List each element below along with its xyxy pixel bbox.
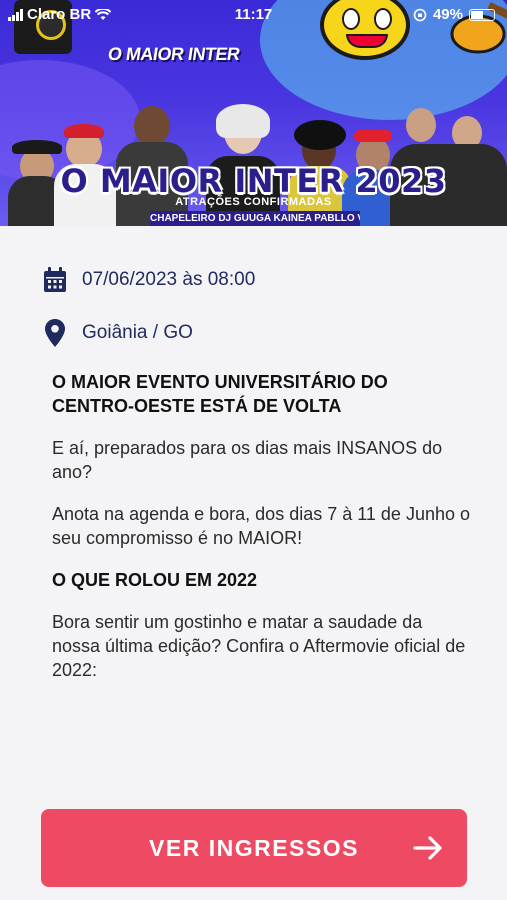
status-right: 49% <box>413 6 495 23</box>
description-paragraph: E aí, preparados para os dias mais INSAN… <box>52 438 443 482</box>
event-date-row: 07/06/2023 às 08:00 <box>42 266 255 294</box>
banner-artist-names: CHAPELEIRO DJ GUUGA KAINEA PABLLO VITTAR <box>150 211 360 226</box>
description-heading: O QUE ROLOU EM 2022 <box>52 570 258 590</box>
banner-title: O MAIOR INTER 2023 <box>60 162 447 200</box>
event-location-row: Goiânia / GO <box>42 319 193 347</box>
orientation-lock-icon <box>413 8 427 21</box>
description-paragraph: Anota na agenda e bora, dos dias 7 à 11 … <box>52 504 470 548</box>
event-location: Goiânia / GO <box>82 322 193 343</box>
buy-tickets-label: VER INGRESSOS <box>149 834 359 861</box>
event-date-time: 07/06/2023 às 08:00 <box>82 269 256 290</box>
event-logo: O MAIOR INTER <box>106 44 241 64</box>
location-pin-icon <box>42 319 68 347</box>
calendar-icon <box>42 266 68 294</box>
event-description: O MAIOR EVENTO UNIVERSITÁRIO DO CENTRO-O… <box>52 370 472 700</box>
description-heading: O MAIOR EVENTO UNIVERSITÁRIO DO CENTRO-O… <box>52 372 388 416</box>
status-bar: Claro BR 11:17 49% <box>0 0 507 30</box>
buy-tickets-button[interactable]: VER INGRESSOS <box>41 809 467 887</box>
banner-subtitle: ATRAÇÕES CONFIRMADAS <box>175 196 332 208</box>
battery-icon <box>469 8 495 21</box>
battery-percent: 49% <box>432 6 463 23</box>
arrow-right-icon <box>413 836 442 860</box>
description-paragraph: Bora sentir um gostinho e matar a saudad… <box>52 612 466 680</box>
event-banner: O MAIOR INTER O MAIOR INTER 2023 ATRAÇÕE… <box>0 0 507 226</box>
